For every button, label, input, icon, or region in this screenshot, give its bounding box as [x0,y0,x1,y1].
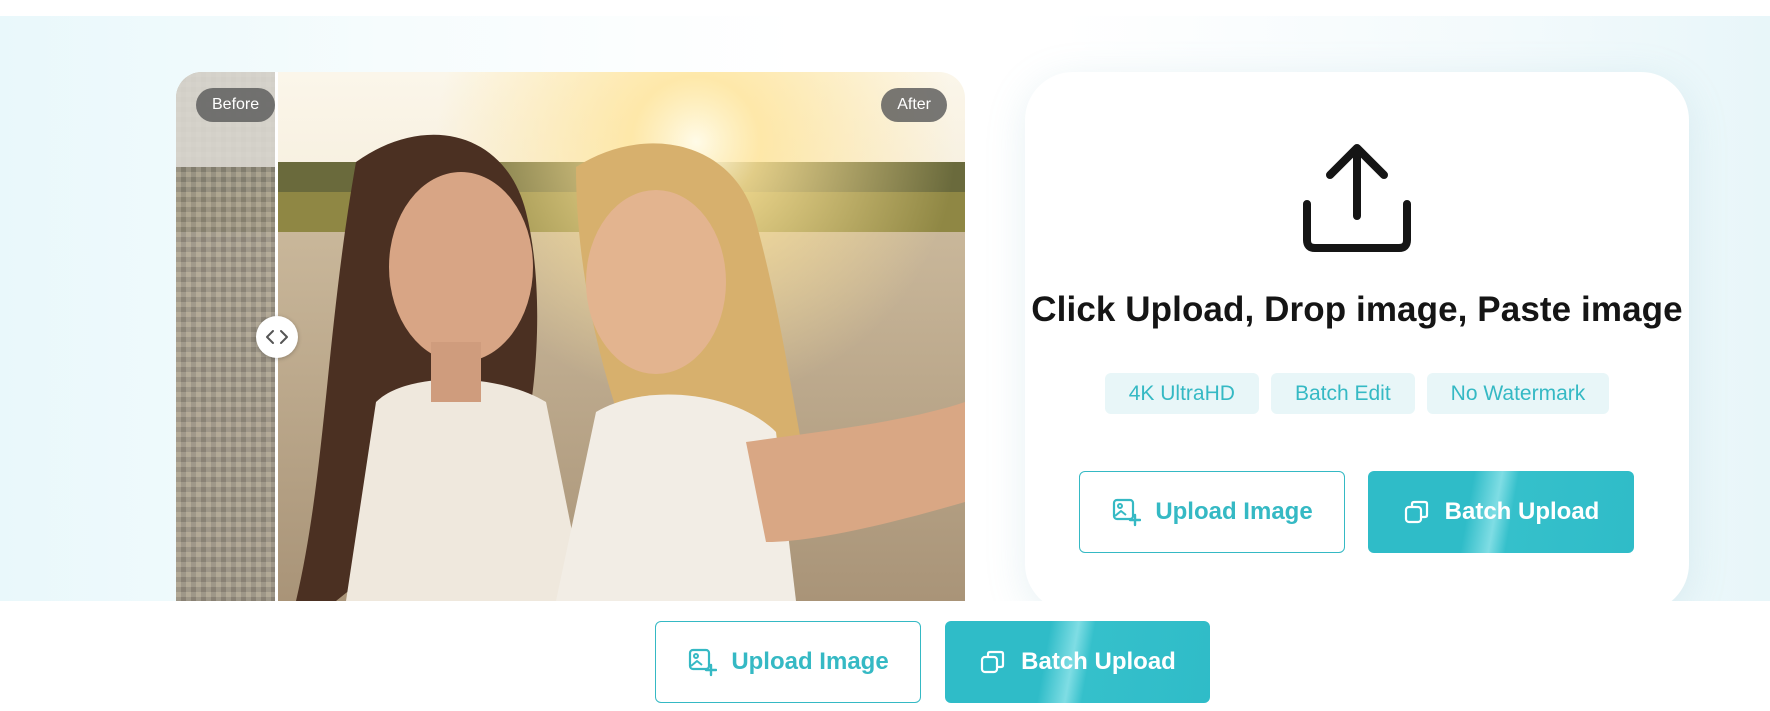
feature-tag-batch-edit: Batch Edit [1270,373,1415,414]
batch-upload-label: Batch Upload [1444,498,1600,525]
top-strip [0,0,1770,16]
bottom-upload-image-button[interactable]: Upload Image [655,621,921,703]
bottom-action-bar: Upload Image Batch Upload [0,601,1770,711]
feature-tag-4k: 4K UltraHD [1104,373,1259,414]
upload-instructions: Click Upload, Drop image, Paste image [1031,290,1683,329]
upload-image-button[interactable]: Upload Image [1079,471,1345,553]
feature-tag-no-watermark: No Watermark [1426,373,1610,414]
copy-stack-icon [981,650,1005,674]
page: Before After Click Upload, Drop image, P… [0,0,1770,711]
batch-upload-button[interactable]: Batch Upload [1368,471,1634,553]
bottom-batch-upload-label: Batch Upload [1021,648,1176,675]
before-after-compare[interactable]: Before After [176,72,965,601]
copy-stack-icon [1404,500,1428,524]
bottom-batch-upload-button[interactable]: Batch Upload [945,621,1210,703]
upload-image-label: Upload Image [1155,498,1313,525]
before-label: Before [196,88,276,122]
after-label: After [881,88,947,122]
image-add-icon [1113,498,1142,527]
feature-tags: 4K UltraHD Batch Edit No Watermark [1025,373,1689,414]
compare-slider-handle[interactable] [256,316,298,358]
bottom-upload-image-label: Upload Image [731,648,889,675]
chevrons-left-right-icon [266,330,288,344]
upload-arrow-icon [1303,144,1411,252]
image-add-icon [689,648,718,677]
upload-dropzone-card[interactable]: Click Upload, Drop image, Paste image 4K… [1025,72,1689,612]
